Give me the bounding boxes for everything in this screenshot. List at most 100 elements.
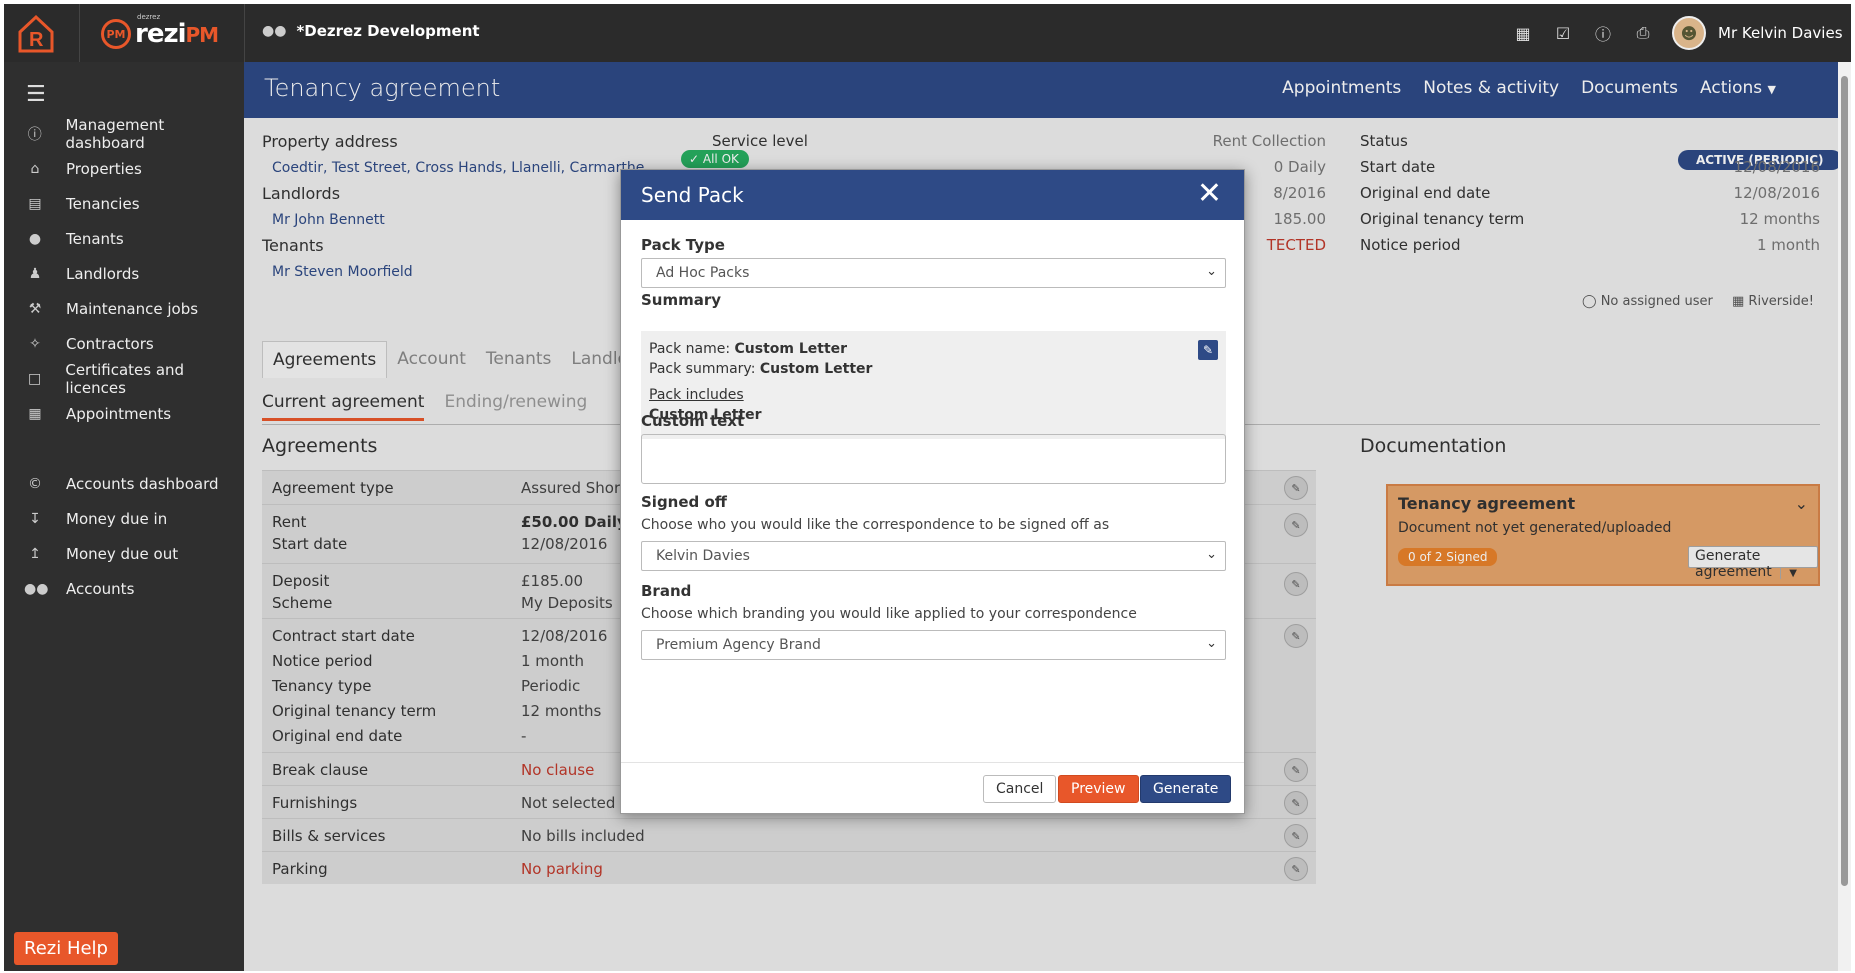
row-key: Furnishings [272, 794, 358, 812]
sidebar-item-accounts-dashboard[interactable]: © Accounts dashboard [4, 466, 244, 501]
pencil-icon[interactable]: ✎ [1284, 758, 1308, 782]
brand-select[interactable]: Premium Agency Brand ⌄ [641, 630, 1226, 660]
tab-account[interactable]: Account [387, 341, 476, 378]
pack-type-select[interactable]: Ad Hoc Packs ⌄ [641, 258, 1226, 288]
rezi-help-button[interactable]: Rezi Help [14, 932, 118, 965]
scrollbar[interactable] [1838, 62, 1851, 971]
certificate-icon: □ [28, 370, 42, 387]
sidebar: ☰ ⓘ Management dashboard ⌂ Properties ▤ Ten… [4, 62, 244, 971]
people-icon: ●● [24, 580, 49, 597]
calendar-icon[interactable]: ▦ [1512, 22, 1534, 44]
edit-pencil-icon[interactable]: ✎ [1198, 340, 1218, 360]
sidebar-item-tenancies[interactable]: ▤ Tenancies [4, 186, 244, 221]
row-value: 12/08/2016 [521, 535, 608, 553]
sidebar-item-management-dashboard[interactable]: ⓘ Management dashboard [4, 116, 244, 152]
generate-agreement-button[interactable]: Generate agreement ▼ [1688, 546, 1818, 580]
sidebar-item-label: Accounts dashboard [66, 474, 219, 493]
branch[interactable]: ▦ Riverside! [1732, 294, 1814, 309]
subtab-ending-renewing[interactable]: Ending/renewing [444, 392, 587, 421]
row-key: Agreement type [272, 479, 394, 497]
contractor-icon: ✧ [29, 335, 41, 352]
assigned-user[interactable]: ◯ No assigned user [1582, 294, 1713, 309]
rezipm-logo[interactable]: PM dezrez reziPM [101, 13, 219, 54]
chevron-down-icon: ⌄ [1206, 636, 1217, 651]
row-value: Not selected [521, 794, 616, 812]
sidebar-item-money-due-in[interactable]: ↧ Money due in [4, 501, 244, 536]
page-title: Tenancy agreement [264, 74, 501, 102]
pencil-icon[interactable]: ✎ [1284, 624, 1308, 648]
nav-documents[interactable]: Documents [1581, 78, 1678, 98]
row-value: 12 months [521, 702, 602, 720]
tab-tenants[interactable]: Tenants [476, 341, 561, 378]
cancel-button[interactable]: Cancel [983, 775, 1057, 803]
scrollbar-thumb[interactable] [1841, 76, 1848, 886]
sidebar-item-landlords[interactable]: ♟ Landlords [4, 256, 244, 291]
sidebar-item-certificates[interactable]: □ Certificates and licences [4, 361, 244, 397]
row-key: Notice period [272, 652, 373, 670]
sidebar-item-label: Tenants [66, 229, 124, 248]
menu-icon[interactable]: ☰ [26, 82, 46, 107]
sidebar-item-money-due-out[interactable]: ↥ Money due out [4, 536, 244, 571]
divider [244, 4, 245, 62]
brand-label: Brand [641, 582, 692, 600]
close-icon[interactable]: ✕ [1197, 176, 1222, 211]
preview-button[interactable]: Preview [1058, 775, 1139, 803]
subtab-current-agreement[interactable]: Current agreement [262, 392, 425, 421]
row-key: Break clause [272, 761, 369, 779]
pencil-icon[interactable]: ✎ [1284, 572, 1308, 596]
signed-off-select[interactable]: Kelvin Davies ⌄ [641, 541, 1226, 571]
generate-agreement-label: Generate agreement [1695, 548, 1772, 580]
check-icon: ✓ [689, 152, 703, 166]
alert-icon[interactable]: ⓘ [1592, 22, 1614, 44]
sidebar-item-appointments[interactable]: ▦ Appointments [4, 396, 244, 431]
doc-card-subtitle: Document not yet generated/uploaded [1398, 520, 1672, 536]
tab-agreements[interactable]: Agreements [262, 341, 388, 378]
sidebar-item-tenants[interactable]: ● Tenants [4, 221, 244, 256]
sidebar-nav-main: ⓘ Management dashboard ⌂ Properties ▤ Tenan… [4, 116, 244, 431]
tenant-link[interactable]: Mr Steven Moorfield [272, 264, 413, 280]
rezi-r-logo-icon[interactable]: R [16, 14, 56, 54]
table-row: Parking No parking ✎ [262, 851, 1316, 884]
pack-includes-link[interactable]: Pack includes [649, 385, 1218, 405]
nav-appointments[interactable]: Appointments [1282, 78, 1401, 98]
status-row-key: Start date [1360, 158, 1436, 176]
sidebar-item-label: Money due out [66, 544, 179, 563]
pencil-icon[interactable]: ✎ [1284, 476, 1308, 500]
tenancy-agreement-card: Tenancy agreement ⌄ Document not yet gen… [1386, 484, 1820, 586]
custom-text-input[interactable] [641, 434, 1226, 484]
nav-notes-activity[interactable]: Notes & activity [1423, 78, 1559, 98]
row-value: £185.00 [521, 572, 584, 590]
pencil-icon[interactable]: ✎ [1284, 824, 1308, 848]
chevron-down-icon[interactable]: ⌄ [1795, 494, 1808, 513]
sub-tabs: Current agreement Ending/renewing [262, 392, 587, 421]
property-address-link[interactable]: Coedtir, Test Street, Cross Hands, Llane… [272, 160, 644, 176]
caret-down-icon[interactable]: ▼ [1780, 568, 1797, 579]
pencil-icon[interactable]: ✎ [1284, 857, 1308, 881]
sidebar-item-properties[interactable]: ⌂ Properties [4, 151, 244, 186]
pencil-icon[interactable]: ✎ [1284, 513, 1308, 537]
status-row-key: Original end date [1360, 184, 1491, 202]
generate-button[interactable]: Generate [1140, 775, 1232, 803]
print-icon[interactable]: ⎙ [1632, 22, 1654, 44]
sidebar-item-accounts[interactable]: ●● Accounts [4, 571, 244, 606]
client-switcher[interactable]: ●● *Dezrez Development [262, 22, 480, 40]
sidebar-item-label: Maintenance jobs [66, 299, 199, 318]
nav-actions[interactable]: Actions ▼ [1700, 78, 1776, 98]
pack-type-value: Ad Hoc Packs [656, 265, 750, 281]
sidebar-item-label: Landlords [66, 264, 140, 283]
sidebar-item-contractors[interactable]: ✧ Contractors [4, 326, 244, 361]
user-menu[interactable]: ☻ Mr Kelvin Davies [1672, 16, 1843, 50]
pack-summary-value: Custom Letter [759, 361, 873, 377]
pencil-icon[interactable]: ✎ [1284, 791, 1308, 815]
building-icon: ▦ [1732, 294, 1749, 309]
group-icon: ●● [262, 23, 287, 39]
home-icon: ⌂ [30, 160, 40, 177]
landlord-link[interactable]: Mr John Bennett [272, 212, 385, 228]
service-level-value: Rent Collection [1212, 132, 1326, 150]
tasks-check-icon[interactable]: ☑ [1552, 22, 1574, 44]
modal-title: Send Pack [641, 183, 744, 207]
service-level-label: Service level [712, 132, 808, 150]
calendar-icon: ▦ [28, 405, 42, 422]
sidebar-item-maintenance-jobs[interactable]: ⚒ Maintenance jobs [4, 291, 244, 326]
status-row-key: Original tenancy term [1360, 210, 1525, 228]
